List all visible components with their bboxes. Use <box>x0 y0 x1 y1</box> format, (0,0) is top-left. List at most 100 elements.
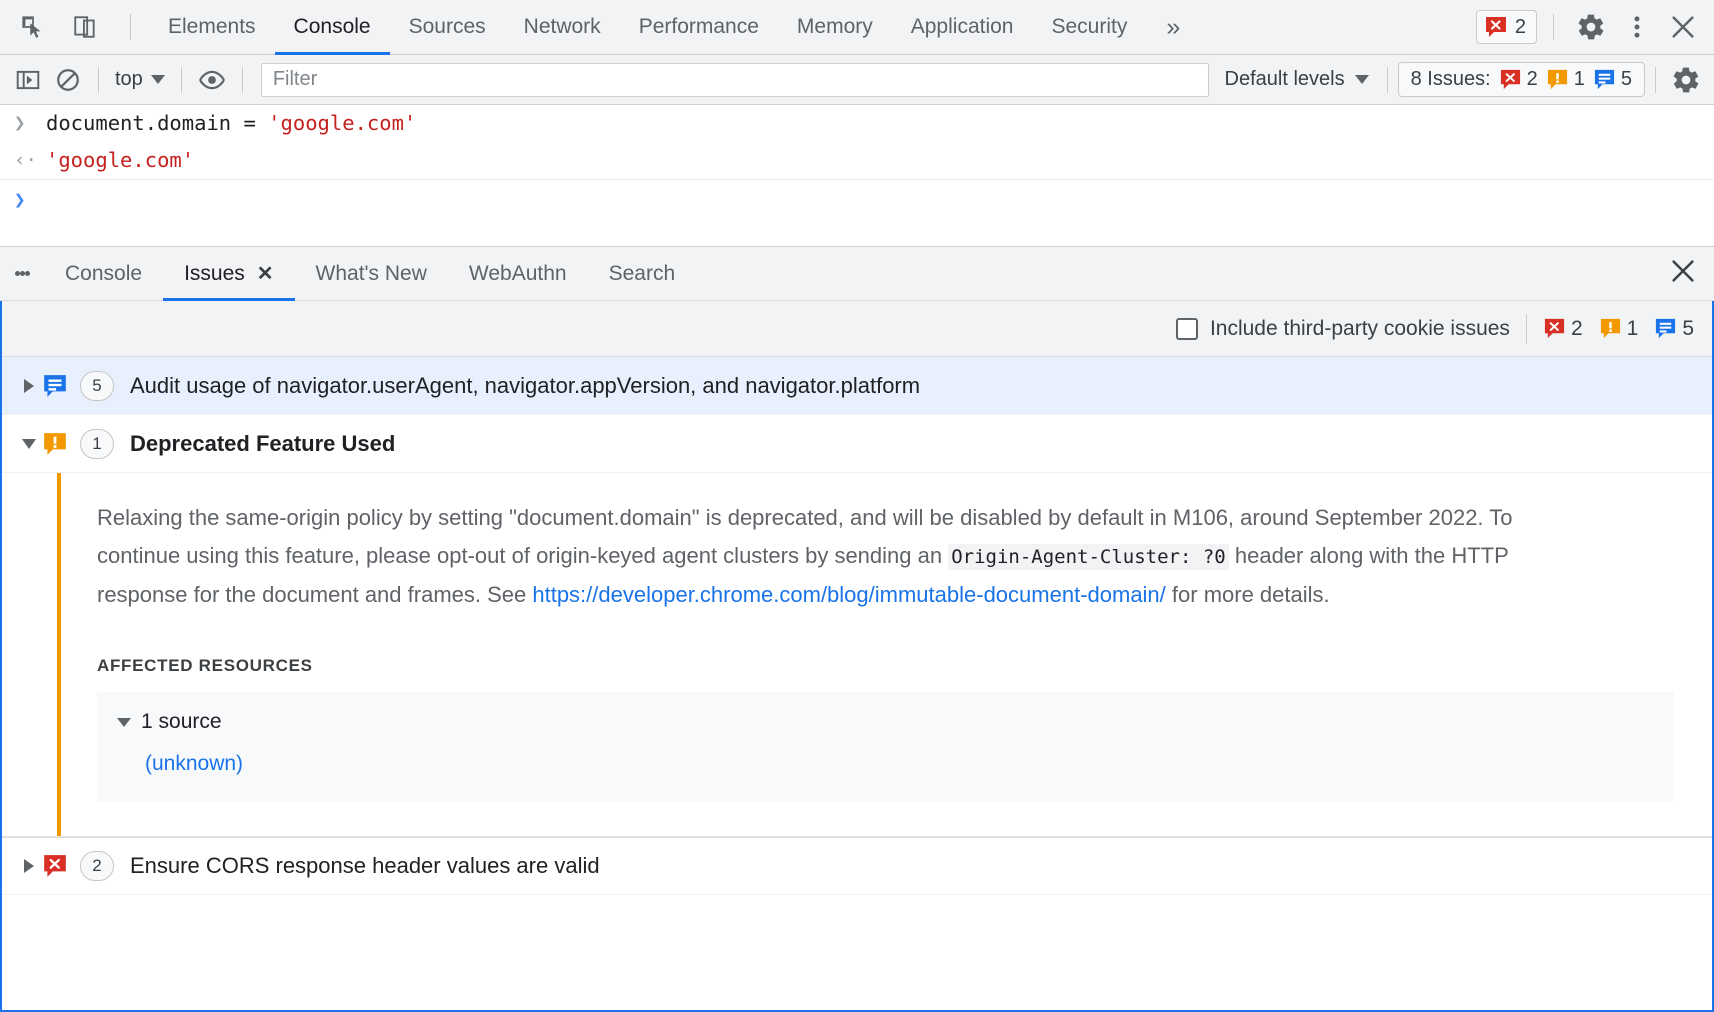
drawer-tab-webauthn-label: WebAuthn <box>469 262 567 286</box>
issues-list: 5 Audit usage of navigator.userAgent, na… <box>2 357 1712 1010</box>
console-result-line: ‹· 'google.com' <box>0 142 1714 180</box>
collapse-triangle-icon[interactable] <box>16 439 42 449</box>
drawer-close-icon[interactable] <box>1668 256 1714 291</box>
include-third-party-cookie-issues-label: Include third-party cookie issues <box>1210 317 1510 341</box>
issue-row-cors-header-values[interactable]: 2 Ensure CORS response header values are… <box>2 837 1712 895</box>
device-toolbar-icon[interactable] <box>66 8 104 46</box>
more-tabs-chevron-icon[interactable]: » <box>1146 0 1200 55</box>
drawer-tab-search-label: Search <box>609 262 676 286</box>
issues-info-value: 5 <box>1621 68 1632 91</box>
result-chevron-icon: ‹· <box>14 147 46 174</box>
drawer-tab-whats-new-label: What's New <box>316 262 427 286</box>
issues-summary-button[interactable]: 8 Issues: 2 1 <box>1398 62 1645 97</box>
issue-details-deprecated-feature-used: Relaxing the same-origin policy by setti… <box>2 473 1712 837</box>
error-count-badge[interactable]: 2 <box>1476 10 1537 44</box>
issues-error-count: 2 <box>1499 68 1538 91</box>
issues-toolbar-error-count: 2 <box>1543 317 1583 341</box>
more-options-icon[interactable] <box>1616 6 1658 48</box>
error-icon <box>1484 15 1508 39</box>
include-third-party-cookie-issues-checkbox[interactable]: Include third-party cookie issues <box>1176 317 1510 341</box>
console-filter-input[interactable] <box>261 63 1209 97</box>
console-prompt[interactable]: ❯ <box>0 180 1714 224</box>
toolbar-divider <box>130 14 131 40</box>
issue-details-content: Relaxing the same-origin policy by setti… <box>61 473 1712 836</box>
tab-sources-label: Sources <box>409 15 486 39</box>
issue-header-code: Origin-Agent-Cluster: ?0 <box>948 544 1229 570</box>
tab-performance[interactable]: Performance <box>620 0 778 55</box>
console-output: ❯ document.domain = 'google.com' ‹· 'goo… <box>0 105 1714 224</box>
tab-memory[interactable]: Memory <box>778 0 892 55</box>
tab-application[interactable]: Application <box>892 0 1033 55</box>
drawer-tab-issues[interactable]: Issues ✕ <box>163 247 294 301</box>
filter-divider-2 <box>181 67 182 93</box>
affected-sources-summary: 1 source <box>141 710 222 734</box>
clear-console-icon[interactable] <box>48 60 88 100</box>
tab-security[interactable]: Security <box>1032 0 1146 55</box>
close-icon[interactable] <box>1662 6 1704 48</box>
inspect-element-icon[interactable] <box>14 8 52 46</box>
console-input-line: ❯ document.domain = 'google.com' <box>0 105 1714 142</box>
main-tab-list: Elements Console Sources Network Perform… <box>149 0 1200 55</box>
filter-divider-4 <box>1387 67 1388 93</box>
log-levels-label: Default levels <box>1225 68 1345 91</box>
chevron-down-icon <box>151 75 165 84</box>
drawer-tab-issues-close-icon[interactable]: ✕ <box>257 261 274 286</box>
issue-count-badge: 5 <box>80 371 114 401</box>
tab-console-label: Console <box>294 15 371 39</box>
tab-application-label: Application <box>911 15 1014 39</box>
drawer-tab-whats-new[interactable]: What's New <box>295 247 448 301</box>
gear-icon[interactable] <box>1570 6 1612 48</box>
console-input-prefix: document.domain = <box>46 111 268 135</box>
error-icon <box>1543 317 1566 340</box>
tab-performance-label: Performance <box>639 15 759 39</box>
tab-sources[interactable]: Sources <box>390 0 505 55</box>
issues-count-label: 8 Issues: <box>1411 68 1491 91</box>
console-filter-toolbar: top Default levels 8 Issues: 2 <box>0 55 1714 105</box>
console-input-string: 'google.com' <box>268 111 416 135</box>
warning-icon <box>42 431 68 457</box>
tab-network-label: Network <box>524 15 601 39</box>
affected-resources-label: AFFECTED RESOURCES <box>97 656 1674 676</box>
prompt-chevron-icon: ❯ <box>14 187 46 214</box>
console-settings-gear-icon[interactable] <box>1666 60 1706 100</box>
drawer-tab-console[interactable]: Console <box>44 247 163 301</box>
issue-row-audit-navigator-usage[interactable]: 5 Audit usage of navigator.userAgent, na… <box>2 357 1712 415</box>
error-icon <box>42 853 68 879</box>
issue-title: Deprecated Feature Used <box>130 431 395 457</box>
tab-elements-label: Elements <box>168 15 256 39</box>
affected-sources-toggle[interactable]: 1 source <box>117 710 1654 734</box>
devtools-drawer: Console Issues ✕ What's New WebAuthn Sea… <box>0 246 1714 1012</box>
expand-triangle-icon[interactable] <box>16 859 42 873</box>
drawer-tab-issues-label: Issues <box>184 262 245 286</box>
tab-network[interactable]: Network <box>505 0 620 55</box>
tab-console[interactable]: Console <box>275 0 390 55</box>
expand-triangle-icon[interactable] <box>16 379 42 393</box>
issue-count-badge: 2 <box>80 851 114 881</box>
log-levels-selector[interactable]: Default levels <box>1217 65 1377 94</box>
console-input-expression: document.domain = 'google.com' <box>46 110 416 137</box>
issue-count-badge: 1 <box>80 429 114 459</box>
drawer-tab-search[interactable]: Search <box>588 247 697 301</box>
checkbox-box-icon[interactable] <box>1176 318 1198 340</box>
filter-divider-1 <box>98 67 99 93</box>
info-icon <box>42 373 68 399</box>
issues-toolbar-error-value: 2 <box>1571 317 1583 341</box>
issue-row-deprecated-feature-used[interactable]: 1 Deprecated Feature Used <box>2 415 1712 473</box>
info-icon <box>1654 317 1677 340</box>
console-sidebar-toggle-icon[interactable] <box>8 60 48 100</box>
tab-elements[interactable]: Elements <box>149 0 275 55</box>
issue-docs-link[interactable]: https://developer.chrome.com/blog/immuta… <box>532 582 1165 607</box>
tab-memory-label: Memory <box>797 15 873 39</box>
issues-toolbar-warning-value: 1 <box>1627 317 1639 341</box>
topbar-tool-icons <box>0 8 143 46</box>
chevron-down-icon <box>1355 75 1369 84</box>
drawer-more-tools-icon[interactable] <box>0 269 44 278</box>
drawer-tab-webauthn[interactable]: WebAuthn <box>448 247 588 301</box>
live-expression-eye-icon[interactable] <box>192 60 232 100</box>
execution-context-selector[interactable]: top <box>109 65 171 94</box>
affected-source-item[interactable]: (unknown) <box>145 752 1654 776</box>
collapse-triangle-icon <box>117 718 131 727</box>
more-tabs-label: » <box>1166 13 1180 42</box>
tab-security-label: Security <box>1051 15 1127 39</box>
topbar-divider-2 <box>1553 14 1554 40</box>
